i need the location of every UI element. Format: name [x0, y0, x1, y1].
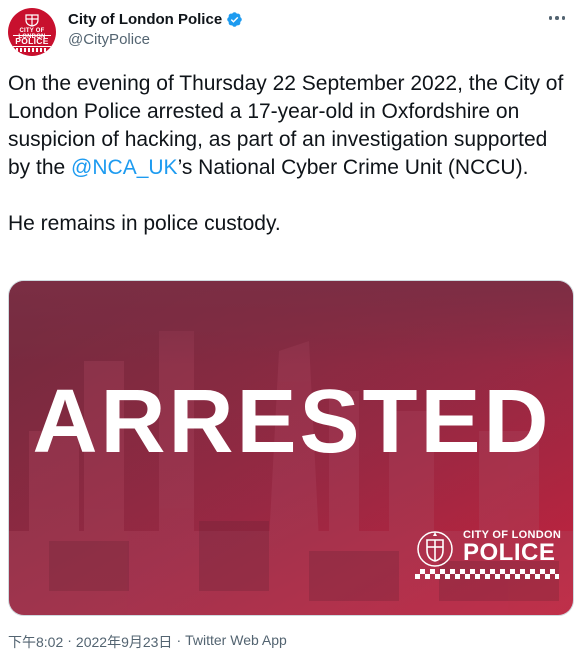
more-options-icon[interactable] — [540, 6, 574, 30]
tweet-time[interactable]: 下午8:02 — [8, 632, 63, 652]
avatar-checker-band — [16, 48, 48, 52]
display-name[interactable]: City of London Police — [68, 11, 222, 28]
logo-checker-band — [415, 569, 559, 579]
tweet-date[interactable]: 2022年9月23日 — [76, 632, 173, 652]
meta-separator: · — [176, 632, 182, 648]
tweet-text: On the evening of Thursday 22 September … — [8, 70, 574, 238]
meta-separator: · — [67, 632, 72, 648]
logo-police-text: POLICE — [463, 539, 556, 566]
mention-link[interactable]: @NCA_UK — [71, 156, 178, 179]
crest-icon — [417, 531, 453, 567]
crest-icon — [25, 14, 39, 27]
tweet-metadata: 下午8:02 · 2022年9月23日 · Twitter Web App — [8, 632, 287, 652]
tweet-source-link[interactable]: Twitter Web App — [185, 632, 287, 652]
name-row: City of London Police — [68, 9, 243, 29]
avatar-police-text: POLICE — [13, 35, 51, 47]
arrested-headline: ARRESTED — [32, 372, 552, 472]
avatar[interactable]: CITY OF LONDON POLICE — [8, 8, 56, 56]
verified-badge-icon — [227, 11, 242, 27]
city-of-london-police-logo: CITY OF LONDON POLICE — [415, 525, 565, 581]
tweet-image[interactable]: ARRESTED CITY OF LONDON POLICE — [8, 280, 574, 616]
handle[interactable]: @CityPolice — [68, 31, 150, 48]
tweet-header: CITY OF LONDON POLICE City of London Pol… — [0, 0, 582, 64]
